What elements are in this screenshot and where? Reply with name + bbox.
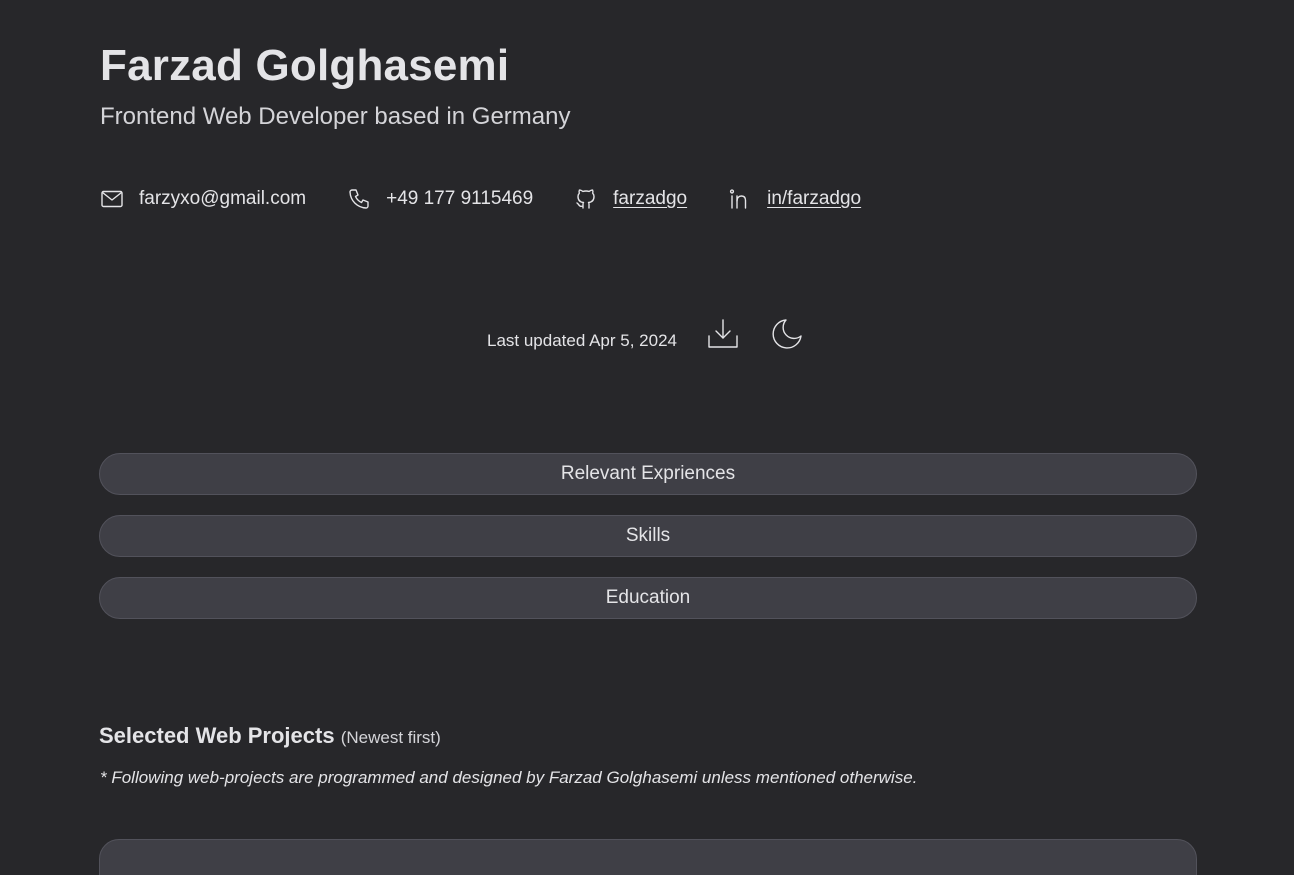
phone-icon: [347, 187, 371, 211]
contact-linkedin[interactable]: in/farzadgo: [728, 187, 861, 211]
linkedin-link[interactable]: in/farzadgo: [767, 188, 861, 210]
contact-list: farzyxo@gmail.com +49 177 9115469 farzad…: [100, 184, 902, 214]
projects-order-note: (Newest first): [340, 728, 441, 747]
meta-row: Last updated Apr 5, 2024: [0, 312, 1294, 356]
download-icon: [708, 319, 738, 348]
moon-icon: [772, 319, 802, 349]
projects-heading-text: Selected Web Projects: [99, 723, 335, 748]
theme-toggle-button[interactable]: [767, 314, 807, 354]
section-list: Relevant Expriences Skills Education: [99, 453, 1197, 639]
mail-icon: [100, 187, 124, 211]
resume-page: Farzad Golghasemi Frontend Web Developer…: [0, 0, 1294, 875]
contact-github[interactable]: farzadgo: [574, 187, 687, 211]
linkedin-icon: [728, 187, 752, 211]
download-button[interactable]: [703, 314, 743, 354]
section-education-button[interactable]: Education: [99, 577, 1197, 619]
contact-phone[interactable]: +49 177 9115469: [347, 187, 533, 211]
contact-email-text: farzyxo@gmail.com: [139, 188, 307, 209]
project-card[interactable]: [99, 839, 1197, 875]
section-experiences-button[interactable]: Relevant Expriences: [99, 453, 1197, 495]
section-skills-button[interactable]: Skills: [99, 515, 1197, 557]
page-subtitle: Frontend Web Developer based in Germany: [100, 103, 571, 130]
contact-email[interactable]: farzyxo@gmail.com: [100, 187, 306, 211]
contact-phone-text: +49 177 9115469: [386, 188, 534, 209]
page-title: Farzad Golghasemi: [100, 41, 510, 90]
last-updated-text: Last updated Apr 5, 2024: [487, 331, 677, 350]
github-icon: [574, 187, 598, 211]
projects-disclaimer: * Following web-projects are programmed …: [100, 768, 918, 787]
projects-heading: Selected Web Projects (Newest first): [99, 721, 441, 753]
github-link[interactable]: farzadgo: [613, 188, 687, 210]
